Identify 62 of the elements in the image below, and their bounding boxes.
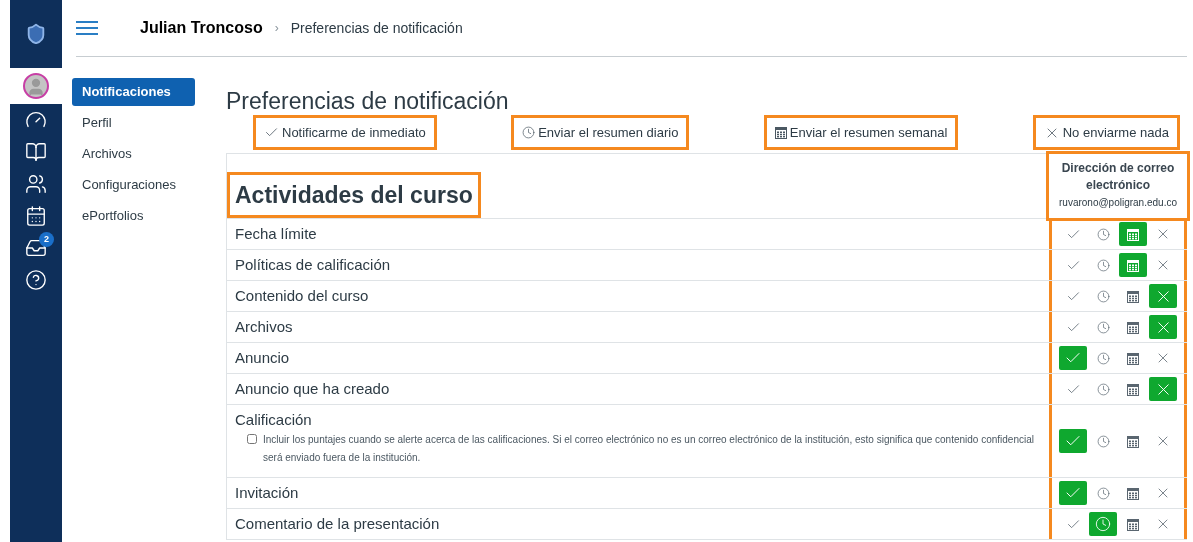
section-title: Actividades del curso (230, 174, 478, 215)
menu-icon[interactable] (76, 21, 98, 35)
legend-label: No enviarme nada (1062, 123, 1169, 142)
avatar[interactable] (23, 73, 49, 99)
row-label: Calificación (235, 410, 313, 430)
row-label: Políticas de calificación (235, 255, 392, 275)
notification-badge: 2 (39, 232, 54, 247)
row-label: Contenido del curso (235, 286, 370, 306)
email-address: ruvarono@poligran.edu.co (1059, 196, 1177, 210)
clock-icon (1096, 382, 1110, 396)
clock-icon (1096, 289, 1110, 303)
clock-icon (522, 126, 536, 139)
column-title: Dirección de correo electrónico (1060, 160, 1176, 194)
side-nav-item[interactable]: Perfil (72, 109, 195, 137)
side-nav-item[interactable]: Configuraciones (72, 171, 195, 199)
page-title: Preferencias de notificación (226, 88, 510, 114)
legend-label: Notificarme de inmediato (282, 123, 426, 142)
checkbox[interactable] (247, 434, 257, 444)
frequency-button[interactable] (1149, 284, 1177, 308)
row-label: Fecha límite (235, 224, 318, 244)
row-label: Invitación (235, 483, 300, 503)
frequency-button[interactable] (1089, 512, 1117, 536)
row-label: Archivos (235, 317, 294, 337)
clock-icon (1095, 516, 1111, 532)
calendar-icon (1127, 258, 1139, 272)
calendar-icon (1127, 486, 1139, 500)
side-nav-item[interactable]: Archivos (72, 140, 195, 168)
calendar-icon (1127, 382, 1139, 396)
calendar-icon (1127, 434, 1139, 448)
calendar-icon[interactable] (25, 205, 47, 227)
row-label: Anuncio que ha creado (235, 379, 391, 399)
frequency-button[interactable] (1119, 253, 1147, 277)
clock-icon (1096, 227, 1110, 241)
calendar-icon (1127, 351, 1139, 365)
clock-icon (1096, 258, 1110, 272)
side-nav-item[interactable]: Notificaciones (72, 78, 195, 106)
calendar-icon (1127, 320, 1139, 334)
row-label: Anuncio (235, 348, 291, 368)
calendar-icon (774, 126, 787, 139)
clock-icon (1096, 434, 1110, 448)
shield-logo-icon[interactable] (25, 23, 47, 45)
inbox-icon[interactable] (25, 237, 47, 259)
calendar-icon (1127, 517, 1139, 531)
option-description: Incluir los puntajes cuando se alerte acerca de las calificaciones. Si el correo electrónico no es un correo electrónico de la institución, esto significa que contenido confidencial será enviado fuera de la institución. (263, 433, 1035, 465)
calendar-icon (1127, 289, 1139, 303)
legend-label: Enviar el resumen diario (538, 123, 679, 142)
clock-icon (1096, 351, 1110, 365)
frequency-button[interactable] (1149, 377, 1177, 401)
row-label: Comentario de la presentación (235, 514, 441, 534)
clock-icon (1096, 320, 1110, 334)
frequency-button[interactable] (1149, 315, 1177, 339)
help-icon[interactable] (25, 269, 47, 291)
breadcrumb-separator: › (274, 20, 279, 37)
breadcrumb-current: Preferencias de notificación (290, 18, 463, 38)
clock-icon (1096, 486, 1110, 500)
calendar-icon (1127, 227, 1139, 241)
side-nav-item[interactable]: ePortfolios (72, 202, 195, 230)
legend-label: Enviar el resumen semanal (789, 123, 948, 142)
user-link[interactable]: Julian Troncoso (140, 16, 263, 40)
book-icon[interactable] (25, 141, 47, 163)
people-icon[interactable] (25, 173, 47, 195)
frequency-button[interactable] (1119, 222, 1147, 246)
